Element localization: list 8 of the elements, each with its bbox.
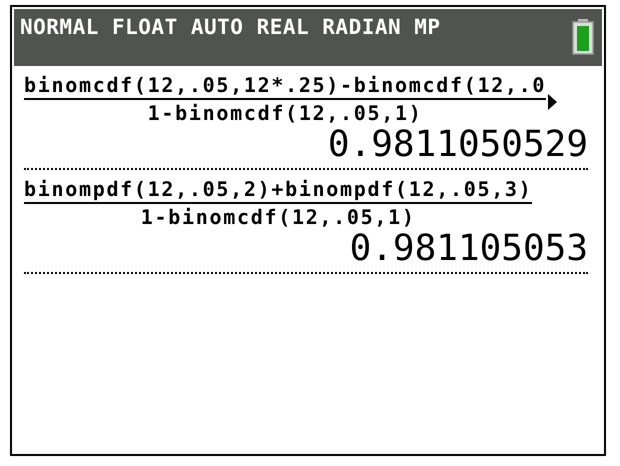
battery-icon — [572, 19, 594, 55]
result: 0.9811050529 — [328, 124, 588, 166]
numerator: binomcdf(12,.05,12*.25)-binomcdf(12,.0 — [24, 74, 546, 96]
denominator: 1-binomcdf(12,.05,1) — [148, 102, 422, 124]
result: 0.981105053 — [350, 228, 588, 270]
numerator: binompdf(12,.05,2)+binompdf(12,.05,3) — [24, 178, 532, 200]
mode-indicators: NORMAL FLOAT AUTO REAL RADIAN MP — [20, 15, 441, 39]
denominator: 1-binomcdf(12,.05,1) — [140, 206, 416, 228]
